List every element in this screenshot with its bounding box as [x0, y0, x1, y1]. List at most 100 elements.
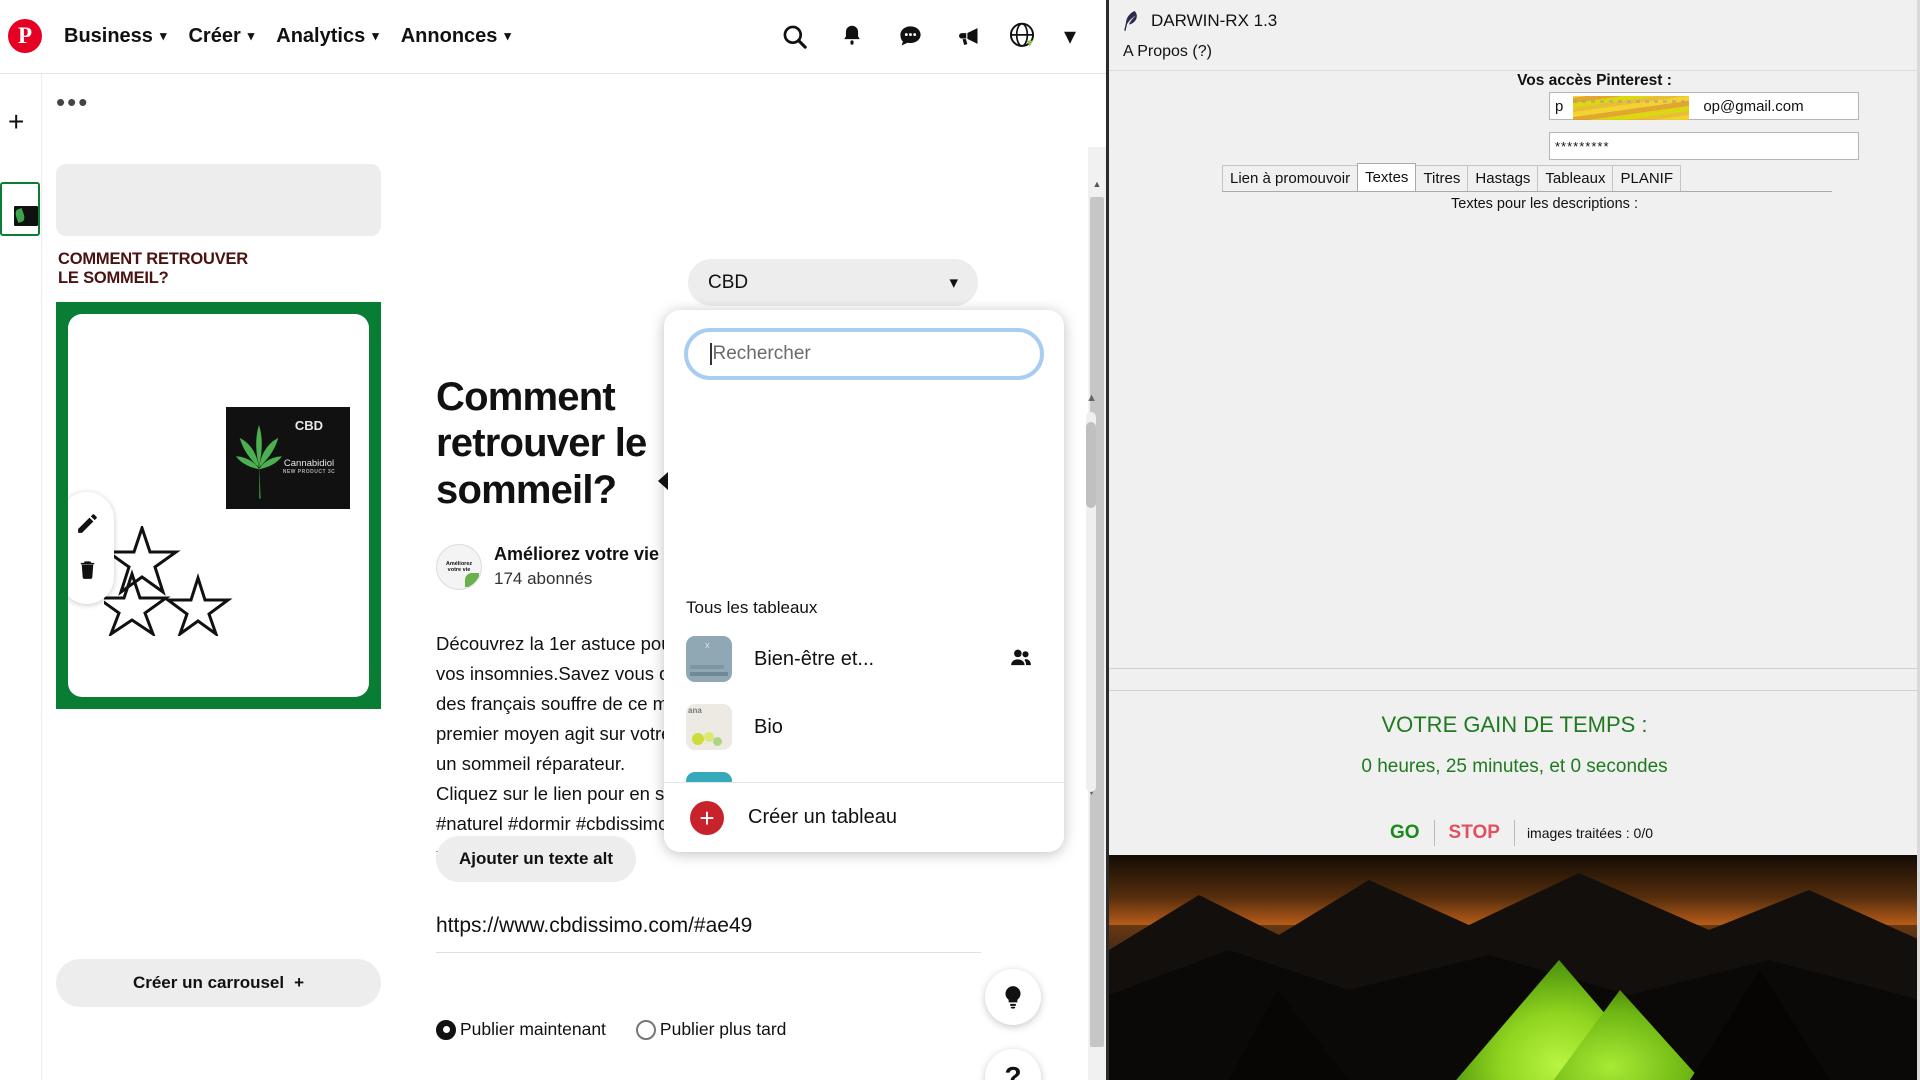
preview-more-button[interactable]: •••: [56, 89, 89, 115]
publish-now-option[interactable]: Publier maintenant: [436, 1019, 606, 1040]
stop-button[interactable]: STOP: [1435, 820, 1515, 846]
pinterest-app: P Business ▾ Créer ▾ Analytics ▾ Annonce…: [0, 0, 1106, 1080]
stars-decoration: [104, 526, 233, 636]
edit-pencil-icon[interactable]: [75, 511, 100, 541]
nav-business-label: Business: [64, 24, 153, 47]
plus-circle-icon: +: [690, 800, 724, 835]
divider-2: [1109, 690, 1920, 691]
radio-publish-now[interactable]: [436, 1019, 456, 1040]
tab-tableaux[interactable]: Tableaux: [1537, 165, 1614, 191]
chevron-down-icon: ▾: [504, 28, 511, 43]
search-icon[interactable]: [772, 14, 816, 58]
create-carousel-label: Créer un carrousel: [132, 973, 285, 992]
run-controls: GO STOP images traitées : 0/0: [1109, 820, 1920, 846]
publish-options: Publier maintenant Publier plus tard: [436, 1019, 800, 1040]
board-picker-flyout: Rechercher Tous les tableaux X Bien-être…: [664, 310, 1064, 852]
preview-overlay-title: COMMENT RETROUVER LE SOMMEIL?: [58, 250, 249, 288]
thumb-top: [2, 184, 38, 195]
tab-hastags[interactable]: Hastags: [1467, 165, 1539, 191]
nav-analytics[interactable]: Analytics ▾: [276, 25, 378, 48]
images-processed-status: images traitées : 0/0: [1526, 825, 1653, 841]
product-text: CBD Cannabidiol NEW PRODUCT 3C: [275, 418, 343, 475]
pin-hover-tools: [68, 492, 114, 604]
add-alt-text-button[interactable]: Ajouter un texte alt: [436, 836, 636, 882]
author-info: Améliorez votre vie |S 174 abonnés: [494, 544, 681, 590]
nav-analytics-label: Analytics: [276, 24, 366, 47]
email-prefix: p: [1555, 97, 1564, 115]
access-label-text: Vos accès Pinterest :: [1517, 72, 1672, 89]
tab-planif[interactable]: PLANIF: [1612, 165, 1681, 191]
chevron-down-icon: ▾: [372, 28, 379, 43]
nav-creer-label: Créer: [188, 24, 241, 47]
feather-icon: [1124, 11, 1137, 31]
tab-lien-a-promouvoir[interactable]: Lien à promouvoir: [1222, 165, 1359, 191]
bell-icon[interactable]: [830, 14, 874, 58]
flyout-scroll-up-arrow[interactable]: ▲: [1086, 392, 1097, 404]
darwin-rx-window: DARWIN-RX 1.3 A Propos (?) Vos accès Pin…: [1106, 0, 1920, 1080]
idea-bulb-icon[interactable]: [985, 969, 1041, 1025]
flyout-scrollbar-thumb[interactable]: [1086, 422, 1096, 508]
gain-de-temps-value: 0 heures, 25 minutes, et 0 secondes: [1361, 756, 1668, 777]
go-button[interactable]: GO: [1376, 820, 1435, 846]
pinterest-body: + ••• COMMENT RETROUVER LE SOMMEIL? CBD …: [0, 73, 1106, 1080]
board-item-bien-etre[interactable]: X Bien-être et...: [670, 625, 1054, 693]
publish-later-label: Publier plus tard: [659, 1019, 787, 1039]
page-thumbnail[interactable]: [0, 182, 40, 236]
tab-textes[interactable]: Textes: [1357, 163, 1417, 191]
board-thumbnail: X: [686, 636, 732, 682]
darwin-window-title: DARWIN-RX 1.3: [1151, 11, 1278, 30]
board-name: Bio: [754, 715, 783, 738]
email-field[interactable]: p op@gmail.com: [1549, 92, 1859, 120]
text-caret: [710, 343, 712, 365]
darwin-menu-apropos[interactable]: A Propos (?): [1123, 43, 1212, 61]
publish-later-option[interactable]: Publier plus tard: [635, 1019, 787, 1040]
avatar: Améliorez votre vie: [436, 544, 482, 590]
flyout-scrollbar[interactable]: [1086, 412, 1096, 792]
create-board-button[interactable]: + Créer un tableau: [664, 782, 1064, 852]
board-select-value: CBD: [708, 271, 749, 293]
scroll-up-arrow[interactable]: ▲: [1088, 175, 1106, 193]
megaphone-icon[interactable]: [946, 14, 990, 58]
plus-icon: +: [294, 973, 305, 992]
preview-placeholder-block: [56, 164, 381, 236]
email-suffix: op@gmail.com: [1703, 97, 1804, 115]
leaf-icon: [465, 573, 479, 587]
trash-icon[interactable]: [76, 558, 99, 586]
password-field[interactable]: *********: [1549, 132, 1859, 160]
destination-link-input[interactable]: https://www.cbdissimo.com/#ae49: [436, 914, 981, 953]
pin-left-rail: +: [0, 74, 42, 1080]
radio-publish-later[interactable]: [635, 1019, 656, 1040]
gain-de-temps-title: VOTRE GAIN DE TEMPS :: [1381, 712, 1648, 737]
board-select-dropdown[interactable]: CBD ▾: [688, 259, 978, 306]
create-carousel-button[interactable]: Créer un carrousel +: [56, 959, 381, 1007]
nav-creer[interactable]: Créer ▾: [188, 25, 254, 48]
pin-image-canvas[interactable]: CBD Cannabidiol NEW PRODUCT 3C: [56, 302, 381, 709]
product-tagline: NEW PRODUCT 3C: [282, 468, 336, 475]
all-boards-label: Tous les tableaux: [686, 598, 818, 617]
board-item-bio[interactable]: ana Bio: [670, 693, 1054, 761]
product-brand: CBD: [294, 418, 324, 433]
pinterest-logo-icon[interactable]: P: [8, 19, 42, 53]
header-chevron-down-icon[interactable]: ▾: [1048, 14, 1092, 58]
pin-preview-column: ••• COMMENT RETROUVER LE SOMMEIL? CBD Ca…: [46, 74, 391, 1080]
background-photo: [1109, 855, 1920, 1080]
chat-icon[interactable]: [888, 14, 932, 58]
add-page-button[interactable]: +: [8, 106, 24, 138]
flyout-pointer: [658, 472, 668, 490]
darwin-titlebar: DARWIN-RX 1.3: [1109, 0, 1920, 42]
board-search-input[interactable]: Rechercher: [684, 328, 1044, 380]
access-label: Vos accès Pinterest :: [1109, 72, 1920, 90]
redaction-highlight: [1573, 96, 1690, 120]
board-thumbnail: ana: [686, 704, 732, 750]
nav-annonces-label: Annonces: [400, 24, 498, 47]
chevron-down-icon: ▾: [949, 272, 958, 292]
tab-titres[interactable]: Titres: [1415, 165, 1469, 191]
darwin-divider: [1109, 70, 1920, 71]
account-icon[interactable]: [1000, 14, 1044, 58]
nav-business[interactable]: Business ▾: [64, 25, 166, 48]
board-search-placeholder: Rechercher: [712, 343, 811, 364]
avatar-text: Améliorez votre vie: [445, 560, 473, 573]
divider-1: [1109, 668, 1920, 669]
nav-annonces[interactable]: Annonces ▾: [401, 25, 511, 48]
pin-image-inner: CBD Cannabidiol NEW PRODUCT 3C: [68, 314, 369, 697]
